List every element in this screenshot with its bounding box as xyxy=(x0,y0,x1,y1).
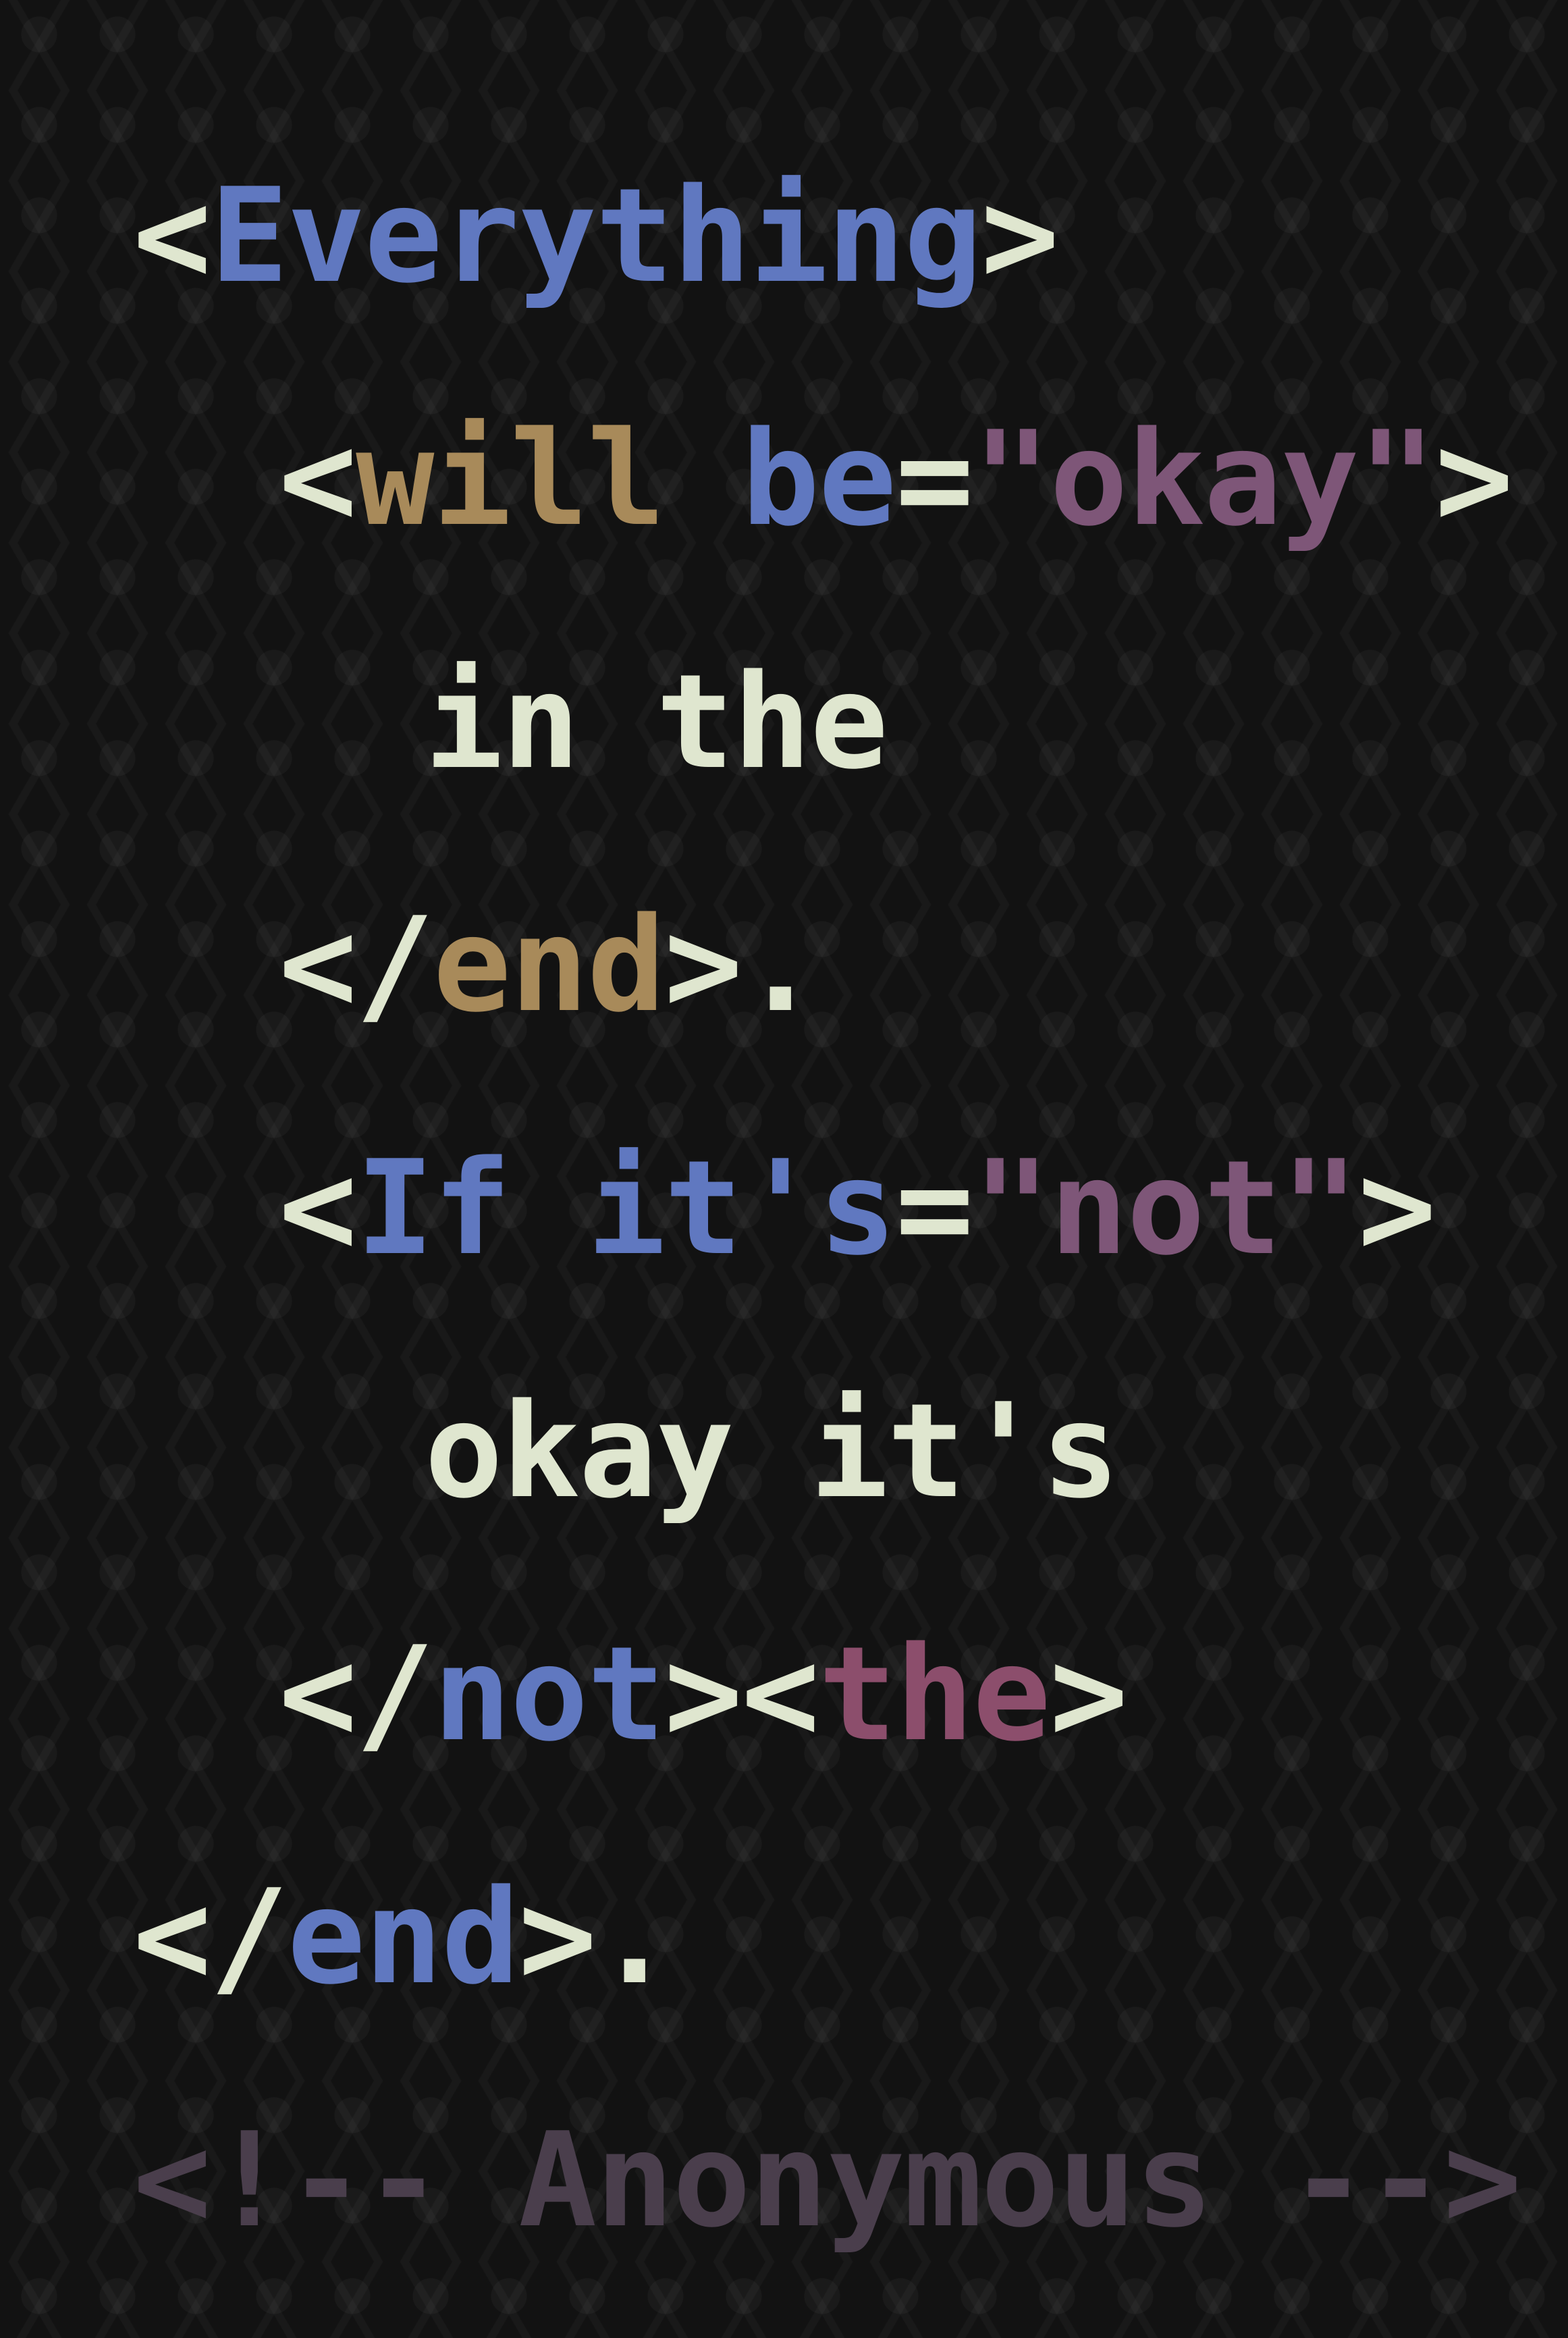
code-token: = xyxy=(895,1132,974,1284)
code-token: in the xyxy=(425,646,888,798)
code-token: > xyxy=(1435,403,1513,555)
code-token: end xyxy=(433,889,666,1041)
code-token: </ xyxy=(279,889,434,1041)
code-line: <Everything> xyxy=(133,115,1483,358)
code-line: </not><the> xyxy=(133,1573,1483,1816)
code-token: the xyxy=(818,1618,1051,1770)
code-token: < xyxy=(279,1132,357,1284)
code-token: will xyxy=(356,403,666,555)
code-token: > xyxy=(981,160,1059,312)
code-token: Everything xyxy=(210,160,982,312)
code-token: </ xyxy=(133,1861,288,2013)
code-token: not xyxy=(433,1618,666,1770)
code-token: = xyxy=(895,403,974,555)
code-token: If it's xyxy=(356,1132,896,1284)
code-token: <!-- Anonymous --> xyxy=(133,2104,1522,2256)
code-token: > xyxy=(1050,1618,1128,1770)
code-poem: <Everything> <will be="okay"> in the </end>… xyxy=(133,115,1522,2302)
code-token: okay it's xyxy=(425,1375,1120,1527)
code-line: in the xyxy=(133,601,1483,844)
code-line: </end>. xyxy=(133,1816,1483,2059)
code-token: be xyxy=(741,403,896,555)
code-token: > xyxy=(1357,1132,1436,1284)
code-line: okay it's xyxy=(133,1330,1483,1573)
code-line: <will be="okay"> xyxy=(133,358,1513,601)
code-token: < xyxy=(279,403,357,555)
code-token: >. xyxy=(518,1861,674,2013)
code-line: </end>. xyxy=(133,844,1483,1087)
code-line: <If it's="not"> xyxy=(133,1087,1483,1330)
code-token: "not" xyxy=(972,1132,1359,1284)
code-token: >< xyxy=(664,1618,819,1770)
code-token: >. xyxy=(664,889,819,1041)
code-token: < xyxy=(133,160,211,312)
poster-canvas: <Everything> <will be="okay"> in the </end>… xyxy=(0,0,1568,2338)
code-token: end xyxy=(287,1861,520,2013)
code-token: "okay" xyxy=(972,403,1436,555)
code-line: <!-- Anonymous --> xyxy=(133,2059,1522,2302)
code-token: </ xyxy=(279,1618,434,1770)
